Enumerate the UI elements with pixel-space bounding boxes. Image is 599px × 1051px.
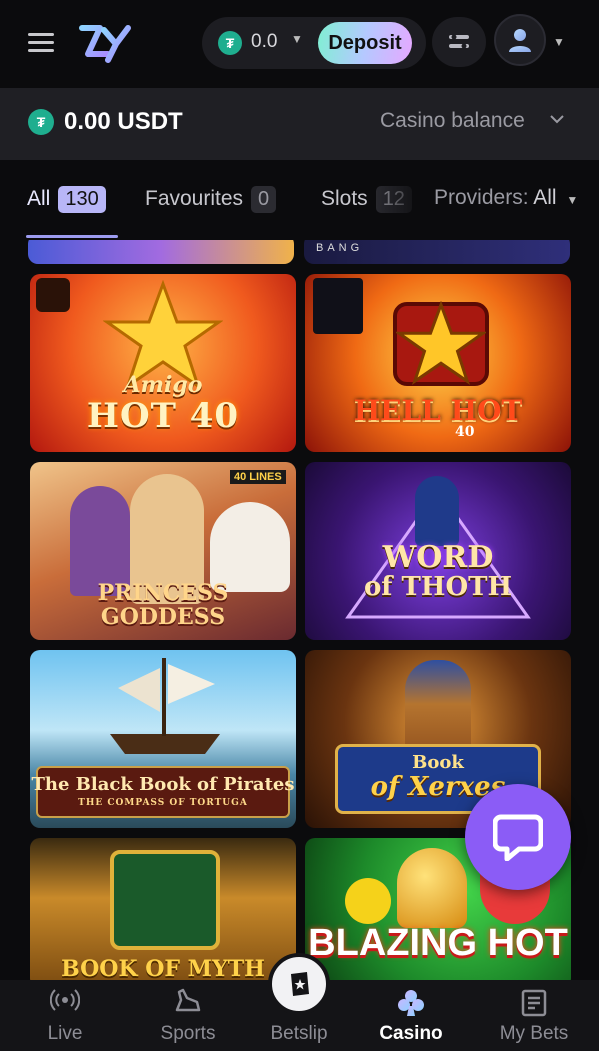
transfer-button[interactable] bbox=[432, 17, 486, 67]
game-title: Amigo bbox=[123, 372, 203, 398]
chevron-down-icon[interactable] bbox=[549, 114, 565, 124]
balance-bar: ₮ 0.00 USDT Casino balance bbox=[0, 88, 599, 160]
nav-my-bets[interactable]: My Bets bbox=[479, 980, 589, 1051]
game-subtitle: of THOTH bbox=[363, 572, 513, 602]
chevron-down-icon: ▼ bbox=[566, 193, 579, 207]
thoth-figure bbox=[415, 476, 459, 546]
horse-figure bbox=[210, 502, 290, 592]
wallet-amount: 0.0 bbox=[251, 31, 278, 52]
tab-count: 0 bbox=[251, 186, 277, 213]
tab-label: All bbox=[27, 187, 51, 211]
nav-label: Sports bbox=[160, 1023, 216, 1044]
nav-live[interactable]: Live bbox=[10, 980, 120, 1051]
chevron-down-icon[interactable]: ▼ bbox=[553, 35, 565, 49]
deposit-button[interactable]: Deposit bbox=[318, 22, 412, 64]
game-tile-princess-goddess[interactable]: 40 LINES PRINCESS GODDESS bbox=[30, 462, 296, 640]
game-title: The Black Book of Pirates bbox=[31, 774, 295, 795]
live-icon bbox=[50, 989, 80, 1011]
chat-icon bbox=[493, 814, 543, 861]
tab-all[interactable]: All 130 bbox=[27, 186, 106, 222]
providers-value: All bbox=[533, 186, 557, 209]
wallet-selector[interactable]: ₮ 0.0 ▼ Deposit bbox=[202, 17, 426, 69]
tab-count: 130 bbox=[58, 186, 106, 213]
game-title: BANG bbox=[316, 242, 364, 254]
menu-icon[interactable] bbox=[28, 31, 56, 53]
game-subtitle: GODDESS bbox=[100, 604, 226, 630]
top-header: ₮ 0.0 ▼ Deposit ▼ bbox=[0, 0, 599, 88]
lines-badge: 40 LINES bbox=[230, 470, 286, 484]
support-chat-button[interactable] bbox=[465, 784, 571, 890]
cobra-figure bbox=[110, 850, 220, 950]
brand-logo[interactable] bbox=[78, 20, 132, 64]
betslip-button[interactable] bbox=[268, 953, 330, 1015]
game-tile-book-of-myth[interactable]: BOOK OF MYTH bbox=[30, 838, 296, 980]
usdt-coin-icon: ₮ bbox=[218, 31, 242, 55]
provider-badge-icon bbox=[313, 278, 363, 334]
transfer-icon bbox=[449, 34, 469, 49]
game-title: HELL HOT bbox=[353, 394, 523, 427]
nav-label: Betslip bbox=[270, 1023, 328, 1044]
game-tile[interactable]: BANG bbox=[304, 240, 570, 264]
nav-label: Live bbox=[47, 1023, 83, 1044]
casino-clubs-icon bbox=[398, 990, 424, 1016]
game-tile[interactable] bbox=[28, 240, 294, 264]
game-title: PRINCESS bbox=[97, 580, 229, 606]
avatar[interactable] bbox=[494, 14, 546, 66]
nav-sports[interactable]: Sports bbox=[133, 980, 243, 1051]
sports-icon bbox=[175, 988, 201, 1012]
game-title: WORD bbox=[382, 540, 494, 575]
balance-type-selector[interactable]: Casino balance bbox=[380, 109, 525, 133]
betslip-icon bbox=[291, 972, 309, 996]
ship-icon bbox=[110, 658, 220, 754]
star-icon bbox=[396, 301, 486, 385]
game-tile-word-of-thoth[interactable]: WORD of THOTH bbox=[305, 462, 571, 640]
usdt-coin-icon: ₮ bbox=[28, 109, 54, 135]
balance-amount: 0.00 USDT bbox=[64, 108, 183, 135]
nav-label: My Bets bbox=[499, 1023, 569, 1044]
provider-badge-icon bbox=[36, 278, 70, 312]
game-tile-amigo-hot-40[interactable]: Amigo HOT 40 bbox=[30, 274, 296, 452]
my-bets-icon bbox=[521, 989, 547, 1017]
tab-label: Favourites bbox=[145, 187, 244, 211]
nav-label: Casino bbox=[379, 1023, 443, 1044]
game-title: BLAZING HOT bbox=[308, 922, 568, 964]
active-tab-indicator bbox=[26, 235, 118, 238]
game-tile-black-book-of-pirates[interactable]: The Black Book of Pirates THE COMPASS OF… bbox=[30, 650, 296, 828]
bell-icon bbox=[397, 848, 467, 928]
tabs-fade bbox=[370, 180, 430, 224]
category-tabs: All130 Favourites0 Slots12 Providers: Al… bbox=[0, 160, 599, 240]
tab-label: Slots bbox=[321, 187, 368, 211]
game-title: BOOK OF MYTH bbox=[61, 956, 265, 980]
providers-label: Providers: bbox=[434, 186, 529, 209]
nav-casino[interactable]: Casino bbox=[356, 980, 466, 1051]
chevron-down-icon: ▼ bbox=[291, 32, 303, 46]
tab-favourites[interactable]: Favourites 0 bbox=[145, 186, 277, 222]
game-tile-hell-hot-40[interactable]: HELL HOT 40 bbox=[305, 274, 571, 452]
user-icon bbox=[509, 29, 531, 52]
fruit-icon bbox=[345, 878, 391, 924]
game-subtitle: 40 bbox=[455, 424, 475, 440]
providers-filter[interactable]: Providers: All ▼ bbox=[424, 186, 599, 222]
game-subtitle: HOT 40 bbox=[86, 396, 240, 436]
game-subtitle: THE COMPASS OF TORTUGA bbox=[78, 798, 248, 808]
game-title: Book bbox=[412, 752, 464, 773]
